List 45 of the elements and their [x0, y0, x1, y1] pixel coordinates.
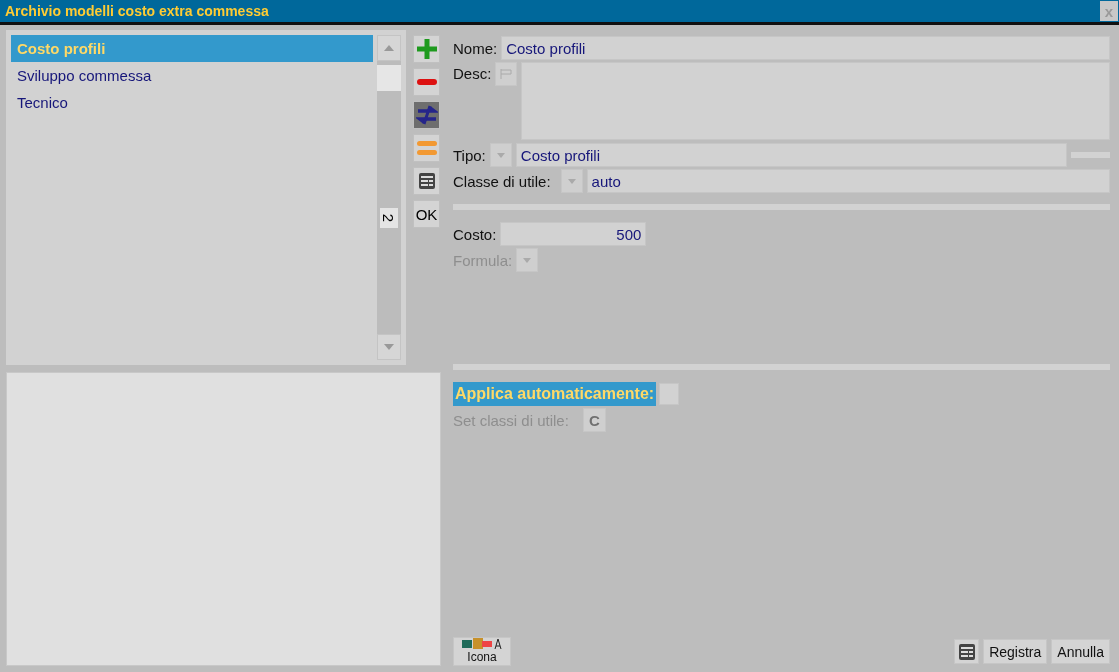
- not-equal-arrows-icon: [415, 105, 438, 125]
- ok-button[interactable]: OK: [413, 200, 440, 228]
- dropdown-field[interactable]: Costo profili: [515, 143, 1067, 167]
- add-button[interactable]: [413, 35, 440, 63]
- table-icon: [417, 172, 436, 190]
- equals-icon: [416, 140, 437, 156]
- table-button[interactable]: [413, 167, 440, 195]
- swap-button[interactable]: [413, 101, 440, 129]
- up-arrow-icon: [384, 45, 394, 51]
- caret-icon: [567, 178, 576, 184]
- scroll-up-button[interactable]: [377, 35, 401, 61]
- scroll-down-button[interactable]: [377, 334, 401, 360]
- input-field[interactable]: Costo profili: [501, 36, 1110, 60]
- table-button[interactable]: [954, 639, 980, 664]
- icons-drawing: [462, 638, 502, 650]
- input-field[interactable]: 500: [500, 222, 647, 246]
- field-label: Applica automaticamente:: [453, 382, 657, 406]
- dropdown-button[interactable]: [516, 248, 539, 272]
- caret-icon: [523, 257, 532, 263]
- list-item[interactable]: Sviluppo commessa: [11, 62, 373, 89]
- equal-button[interactable]: [413, 134, 440, 162]
- plus-icon: [416, 39, 437, 59]
- footer-button[interactable]: Registra: [983, 639, 1048, 664]
- window-title: Archivio modelli costo extra commessa: [4, 3, 269, 19]
- dropdown-button[interactable]: [489, 143, 512, 167]
- field-label: Desc:: [453, 64, 492, 84]
- scrollbar[interactable]: 2: [377, 35, 401, 360]
- field-label: Nome:: [453, 39, 498, 57]
- dropdown-field[interactable]: auto: [586, 169, 1110, 193]
- field-label: Classe di utile:: [453, 172, 551, 190]
- field-label: Tipo:: [453, 146, 486, 164]
- list-item[interactable]: Tecnico: [11, 89, 373, 116]
- flag-button[interactable]: [495, 62, 518, 86]
- remove-button[interactable]: [413, 68, 440, 96]
- icon-button[interactable]: Icona: [453, 637, 511, 666]
- minus-icon: [416, 79, 437, 85]
- scroll-thumb[interactable]: [377, 65, 401, 91]
- footer-button[interactable]: Annulla: [1051, 639, 1110, 664]
- table-icon: [957, 642, 976, 661]
- caret-icon: [496, 152, 505, 158]
- down-arrow-icon: [384, 344, 394, 350]
- scroll-marker: 2: [380, 208, 398, 228]
- field-label: Costo:: [453, 225, 497, 243]
- flag-icon: [500, 69, 513, 79]
- dropdown-button[interactable]: [560, 169, 583, 193]
